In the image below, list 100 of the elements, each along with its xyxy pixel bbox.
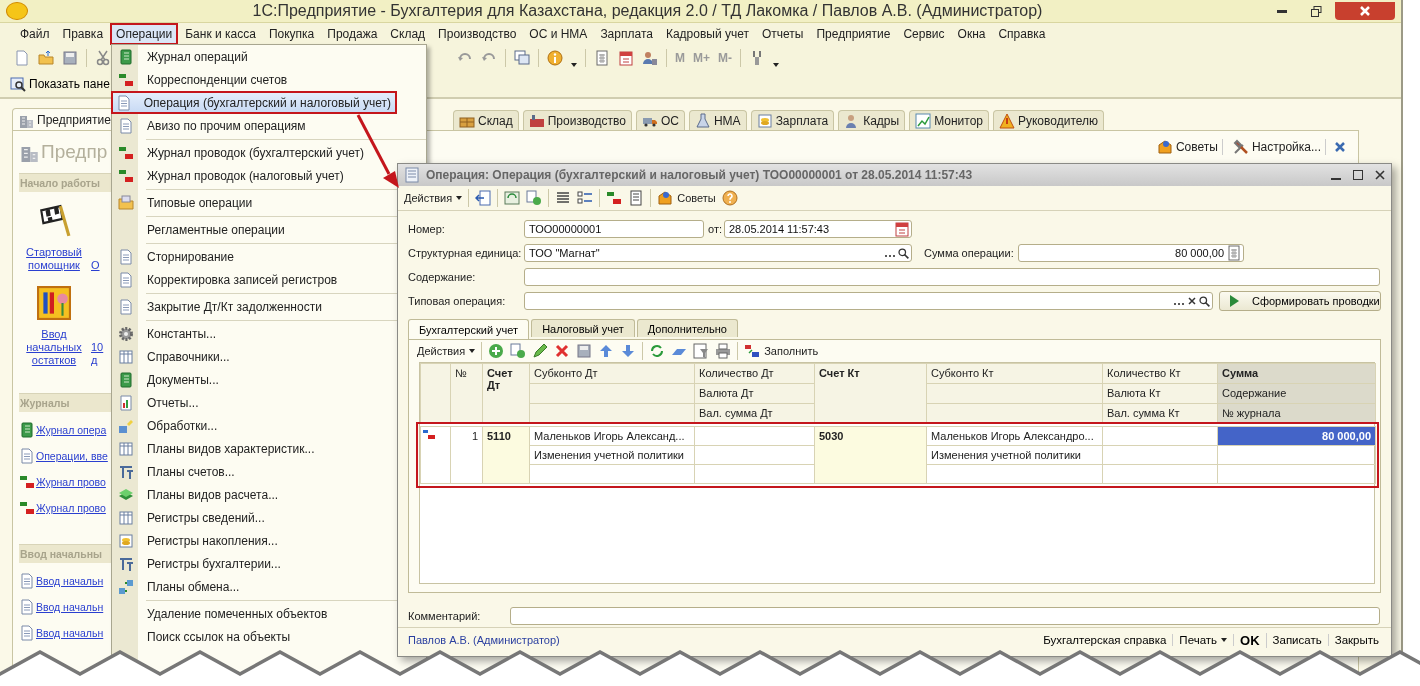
footer-button[interactable]: Записать	[1266, 634, 1329, 646]
menu-item[interactable]: Покупка	[262, 23, 321, 45]
journal-link[interactable]: Журнал опера	[19, 422, 112, 438]
show-panel-button[interactable]: Показать пане	[8, 76, 112, 92]
panel-link[interactable]: Настройка...	[1228, 139, 1326, 155]
tab[interactable]: Монитор	[909, 110, 989, 130]
tab[interactable]: НМА	[688, 110, 747, 130]
refresh-icon[interactable]	[504, 190, 521, 206]
menu-item[interactable]: Константы...	[111, 322, 223, 345]
menu-item[interactable]: Закрытие Дт/Кт задолженности	[111, 295, 328, 318]
save-icon[interactable]	[576, 343, 593, 359]
close-button[interactable]	[1375, 170, 1385, 180]
info-icon[interactable]	[547, 50, 563, 66]
table-cell[interactable]: Маленьков Игорь Александро...	[926, 426, 1103, 446]
menu-item[interactable]: Корреспонденции счетов	[111, 68, 294, 91]
tab[interactable]: Зарплата	[750, 110, 835, 130]
menu-item[interactable]: Документы...	[111, 368, 225, 391]
menu-item[interactable]: Регистры накопления...	[111, 529, 284, 552]
menu-item[interactable]: Продажа	[321, 23, 384, 45]
menu-item[interactable]: Предприятие	[810, 23, 897, 45]
footer-button[interactable]: OK	[1234, 632, 1267, 648]
tab[interactable]: Дополнительно	[636, 319, 738, 337]
calendar-icon[interactable]	[618, 50, 634, 66]
menu-item[interactable]: Обработки...	[111, 414, 224, 437]
menu-item[interactable]: Сторнирование	[111, 245, 240, 268]
report-icon[interactable]	[628, 190, 645, 206]
tile-link[interactable]: Ввод начальных остатков	[19, 328, 89, 367]
menu-item[interactable]: Журнал проводок (бухгалтерский учет)	[111, 141, 370, 164]
scissors-icon[interactable]	[95, 50, 111, 66]
menu-item[interactable]: Правка	[56, 23, 110, 45]
table-cell[interactable]: 80 000,00	[1217, 426, 1376, 446]
tab[interactable]: Налоговый учет	[531, 319, 635, 337]
refresh-icon[interactable]	[649, 343, 666, 359]
list-icon[interactable]	[555, 190, 572, 206]
tile-link[interactable]: О	[91, 259, 105, 272]
tips-button[interactable]: Советы	[657, 190, 716, 206]
footer-button[interactable]: Бухгалтерская справка	[1037, 634, 1174, 646]
actions-button[interactable]: Действия	[417, 345, 476, 357]
tab[interactable]: ОС	[635, 110, 685, 130]
menu-item[interactable]: Сервис	[897, 23, 951, 45]
menu-item[interactable]: Справка	[992, 23, 1052, 45]
generate-button[interactable]: Сформировать проводки	[1219, 291, 1381, 311]
journal-link[interactable]: Журнал прово	[19, 474, 112, 490]
tab[interactable]: Руководителю	[993, 110, 1105, 130]
checkered-flag-icon[interactable]	[37, 204, 71, 238]
minimize-icon[interactable]	[1277, 9, 1287, 13]
fill-button[interactable]: Заполнить	[744, 343, 819, 359]
maximize-button[interactable]	[1353, 170, 1363, 180]
arrow-up-icon[interactable]	[598, 343, 615, 359]
menu-item[interactable]: Склад	[384, 23, 432, 45]
tab[interactable]: Производство	[522, 110, 632, 130]
menu-item[interactable]: Кадровый учет	[659, 23, 755, 45]
menu-item[interactable]: Файл	[14, 23, 56, 45]
search-icon[interactable]	[897, 246, 910, 260]
tab[interactable]: Кадры	[838, 110, 906, 130]
delete-icon[interactable]	[554, 343, 571, 359]
menu-item[interactable]: Корректировка записей регистров	[111, 268, 344, 291]
menu-item[interactable]: Журнал проводок (налоговый учет)	[111, 164, 350, 187]
menu-item[interactable]: Поиск ссылок на объекты	[111, 625, 297, 648]
menu-item[interactable]: Регистры сведений...	[111, 506, 271, 529]
journal-link[interactable]: Ввод начальн	[19, 625, 112, 641]
filter-icon[interactable]	[693, 343, 710, 359]
back-icon[interactable]	[475, 190, 492, 206]
menu-item[interactable]: Планы видов характеристик...	[111, 437, 321, 460]
table-cell[interactable]: Маленьков Игорь Александ...	[529, 426, 695, 446]
pencil-icon[interactable]	[532, 343, 549, 359]
add-icon[interactable]	[488, 343, 505, 359]
printer-icon[interactable]	[715, 343, 732, 359]
new-document-icon[interactable]	[14, 50, 30, 66]
comment-field[interactable]	[510, 607, 1380, 625]
user-link[interactable]: Павлов А.В. (Администратор)	[408, 634, 1038, 646]
menu-item[interactable]: Банк и касса	[179, 23, 262, 45]
date-field[interactable]: 28.05.2014 11:57:43	[724, 220, 912, 238]
calculator-icon[interactable]	[594, 50, 610, 66]
journal-link[interactable]: Ввод начальн	[19, 599, 112, 615]
binders-icon[interactable]	[37, 286, 71, 320]
ledger-icon[interactable]	[606, 190, 623, 206]
open-folder-icon[interactable]	[38, 50, 54, 66]
clear-icon[interactable]	[1186, 295, 1198, 307]
table-cell[interactable]: Изменения учетной политики	[926, 445, 1103, 465]
menu-item[interactable]: Операция (бухгалтерский и налоговый учет)	[111, 91, 397, 114]
tab[interactable]: Склад	[452, 110, 519, 130]
footer-button[interactable]: Закрыть	[1328, 634, 1385, 646]
close-button[interactable]	[1335, 2, 1395, 20]
arrow-down-icon[interactable]	[620, 343, 637, 359]
copy-icon[interactable]	[526, 190, 543, 206]
tile-link[interactable]: 10 д	[91, 341, 105, 367]
panel-link[interactable]: Советы	[1152, 139, 1223, 155]
menu-item[interactable]: Справочники...	[111, 345, 236, 368]
menu-item[interactable]: Отчеты	[756, 23, 810, 45]
menu-item[interactable]: ОС и НМА	[523, 23, 594, 45]
journal-link[interactable]: Журнал прово	[19, 500, 112, 516]
journal-link[interactable]: Ввод начальн	[19, 573, 112, 589]
unit-field[interactable]: ТОО "Магнат"	[524, 244, 912, 262]
template-field[interactable]	[524, 292, 1213, 310]
table-cell[interactable]: Изменения учетной политики	[529, 445, 695, 465]
footer-button[interactable]: Печать	[1173, 634, 1235, 646]
menu-item[interactable]: Зарплата	[594, 23, 659, 45]
menu-item[interactable]: Планы обмена...	[111, 575, 246, 598]
menu-item[interactable]: Планы счетов...	[111, 460, 241, 483]
